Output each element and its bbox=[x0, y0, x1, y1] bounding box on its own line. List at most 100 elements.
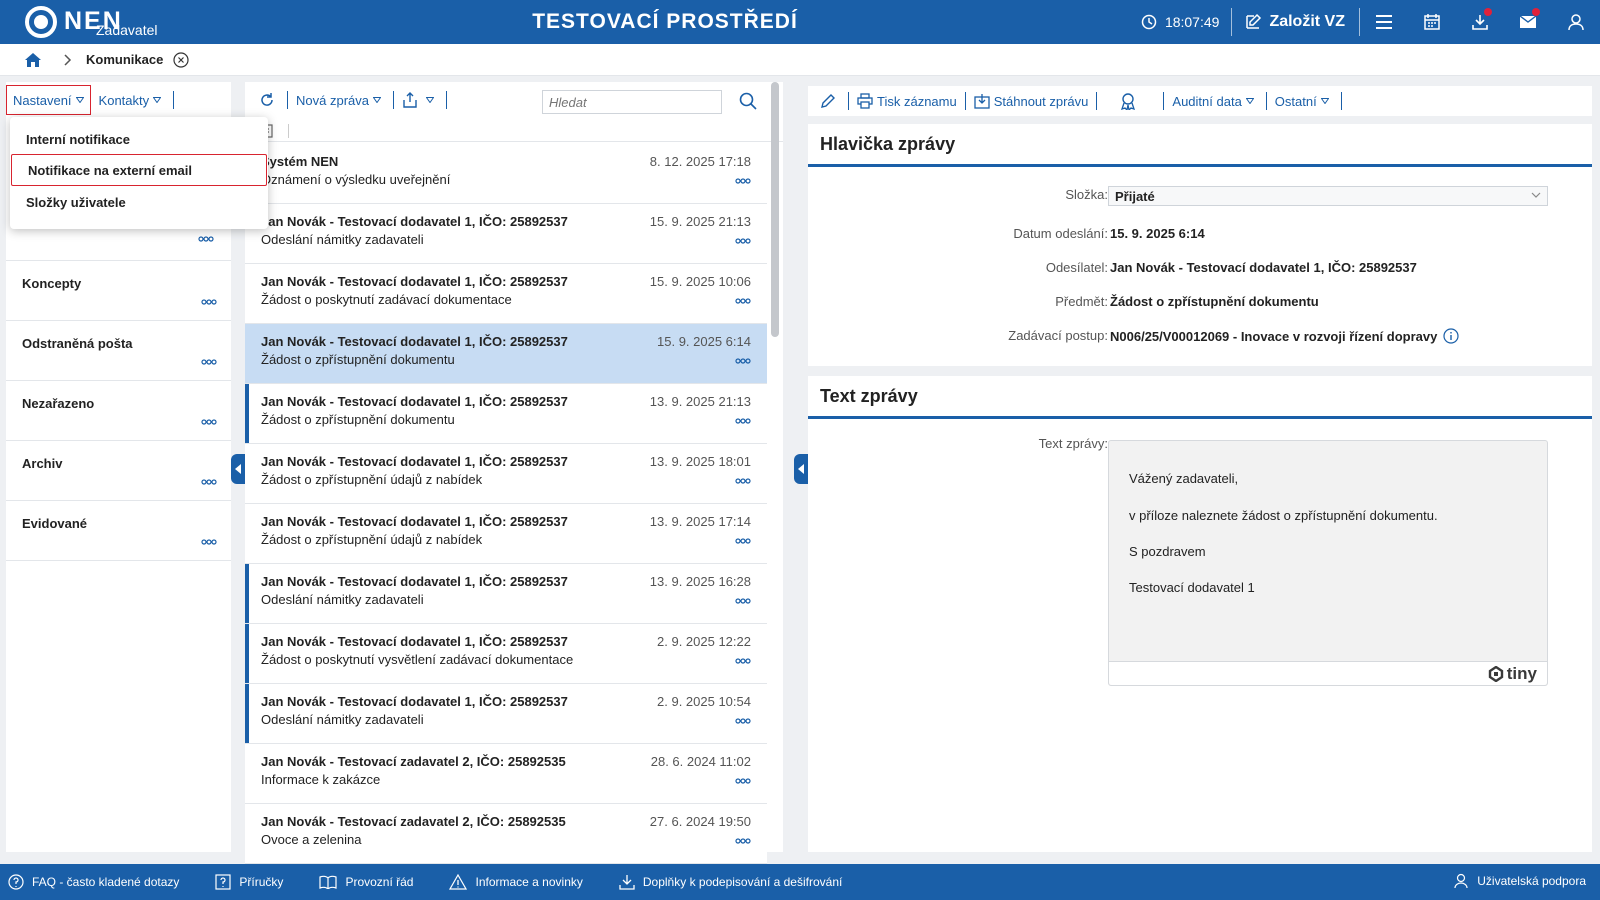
chevron-down-icon bbox=[75, 97, 84, 103]
footer-news-label: Informace a novinky bbox=[475, 875, 583, 889]
more-options-icon[interactable] bbox=[201, 479, 217, 485]
footer-manuals-link[interactable]: Příručky bbox=[215, 874, 283, 890]
chevron-right-icon bbox=[64, 53, 72, 66]
message-row[interactable]: Jan Novák - Testovací dodavatel 1, IČO: … bbox=[245, 264, 767, 324]
certificate-button[interactable] bbox=[1099, 92, 1161, 110]
messages-button[interactable] bbox=[1504, 0, 1552, 44]
folder-list: Koncepty Odstraněná pošta Nezařazeno Arc… bbox=[6, 261, 231, 561]
message-date: 28. 6. 2024 11:02 bbox=[650, 754, 751, 769]
more-options-icon[interactable] bbox=[201, 539, 217, 545]
menu-item-internal-notifications[interactable]: Interní notifikace bbox=[10, 123, 268, 155]
message-row[interactable]: Jan Novák - Testovací dodavatel 1, IČO: … bbox=[245, 564, 767, 624]
collapse-folders-handle[interactable] bbox=[231, 454, 245, 484]
home-icon[interactable] bbox=[24, 52, 42, 68]
more-options-icon[interactable] bbox=[201, 359, 217, 365]
create-tender-button[interactable]: Založit VZ bbox=[1232, 13, 1359, 31]
export-button[interactable] bbox=[396, 92, 444, 108]
footer-faq-link[interactable]: FAQ - často kladené dotazy bbox=[8, 874, 179, 890]
message-subject: Informace k zakázce bbox=[261, 772, 381, 787]
more-options-icon[interactable] bbox=[735, 418, 751, 424]
folder-item[interactable]: Koncepty bbox=[6, 261, 231, 321]
footer-news-link[interactable]: Informace a novinky bbox=[449, 874, 583, 890]
more-options-icon[interactable] bbox=[735, 598, 751, 604]
menu-item-user-folders[interactable]: Složky uživatele bbox=[10, 186, 268, 218]
message-row[interactable]: Jan Novák - Testovací dodavatel 1, IČO: … bbox=[245, 324, 767, 384]
message-row[interactable]: Jan Novák - Testovací dodavatel 1, IČO: … bbox=[245, 444, 767, 504]
more-options-icon[interactable] bbox=[735, 778, 751, 784]
audit-data-dropdown[interactable]: Auditní data bbox=[1166, 94, 1263, 109]
message-detail-toolbar: Tisk záznamu Stáhnout zprávu Auditní dat… bbox=[808, 86, 1592, 116]
rich-text-editor[interactable]: Vážený zadavateli, v příloze naleznete ž… bbox=[1108, 440, 1548, 686]
section-title: Text zprávy bbox=[820, 386, 918, 406]
settings-dropdown-button[interactable]: Nastavení bbox=[6, 85, 91, 115]
footer-rules-link[interactable]: Provozní řád bbox=[319, 875, 413, 889]
message-row[interactable]: Jan Novák - Testovací zadavatel 2, IČO: … bbox=[245, 804, 767, 864]
folder-item[interactable]: Nezařazeno bbox=[6, 381, 231, 441]
tiny-logo-text: tiny bbox=[1506, 664, 1537, 683]
subject-value: Žádost o zpřístupnění dokumentu bbox=[1110, 294, 1319, 309]
download-message-button[interactable]: Stáhnout zprávu bbox=[968, 93, 1095, 109]
folder-item[interactable]: Archiv bbox=[6, 441, 231, 501]
more-options-icon[interactable] bbox=[735, 658, 751, 664]
message-subject: Žádost o zpřístupnění dokumentu bbox=[261, 412, 455, 427]
user-icon bbox=[1568, 14, 1584, 31]
mail-icon bbox=[1519, 15, 1537, 28]
message-row[interactable]: Jan Novák - Testovací dodavatel 1, IČO: … bbox=[245, 384, 767, 444]
search-input[interactable] bbox=[542, 90, 722, 114]
search-icon[interactable] bbox=[739, 92, 757, 110]
more-options-icon[interactable] bbox=[735, 178, 751, 184]
footer-support-link[interactable]: Uživatelská podpora bbox=[1453, 873, 1586, 889]
message-row[interactable]: Jan Novák - Testovací dodavatel 1, IČO: … bbox=[245, 624, 767, 684]
folder-item[interactable]: Odstraněná pošta bbox=[6, 321, 231, 381]
message-sender: Jan Novák - Testovací dodavatel 1, IČO: … bbox=[261, 274, 568, 289]
edit-button[interactable] bbox=[814, 93, 846, 109]
sent-date-value: 15. 9. 2025 6:14 bbox=[1110, 226, 1205, 241]
message-row[interactable]: Systém NEN Oznámení o výsledku uveřejnění… bbox=[245, 144, 767, 204]
collapse-list-handle[interactable] bbox=[794, 454, 808, 484]
message-row[interactable]: Jan Novák - Testovací zadavatel 2, IČO: … bbox=[245, 744, 767, 804]
refresh-icon bbox=[261, 93, 273, 106]
tiny-logo[interactable]: tiny bbox=[1488, 664, 1537, 684]
new-message-button[interactable]: Nová zpráva bbox=[290, 93, 391, 108]
more-options-icon[interactable] bbox=[198, 236, 214, 242]
footer-addons-link[interactable]: Doplňky k podepisování a dešifrování bbox=[619, 874, 842, 890]
award-icon bbox=[1121, 93, 1136, 110]
breadcrumb-current: Komunikace bbox=[86, 52, 164, 67]
message-date: 13. 9. 2025 17:14 bbox=[649, 514, 751, 529]
more-options-icon[interactable] bbox=[735, 298, 751, 304]
message-header-card: Hlavička zprávy Složka: Přijaté Datum od… bbox=[808, 124, 1592, 366]
folder-select[interactable]: Přijaté bbox=[1108, 186, 1548, 206]
more-options-icon[interactable] bbox=[735, 718, 751, 724]
other-dropdown[interactable]: Ostatní bbox=[1269, 94, 1339, 109]
procedure-value[interactable]: N006/25/V00012069 - Inovace v rozvoji ří… bbox=[1110, 329, 1437, 344]
more-options-icon[interactable] bbox=[735, 538, 751, 544]
message-line: S pozdravem bbox=[1129, 544, 1206, 559]
more-options-icon[interactable] bbox=[735, 238, 751, 244]
message-row[interactable]: Jan Novák - Testovací dodavatel 1, IČO: … bbox=[245, 204, 767, 264]
folder-item[interactable]: Evidované bbox=[6, 501, 231, 561]
environment-title: TESTOVACÍ PROSTŘEDÍ bbox=[532, 10, 798, 33]
more-options-icon[interactable] bbox=[735, 478, 751, 484]
message-date: 15. 9. 2025 10:06 bbox=[649, 274, 751, 289]
print-record-button[interactable]: Tisk záznamu bbox=[851, 93, 963, 109]
calendar-button[interactable] bbox=[1408, 0, 1456, 44]
close-icon[interactable] bbox=[173, 51, 189, 68]
info-icon[interactable] bbox=[1443, 328, 1459, 344]
clock-value: 18:07:49 bbox=[1164, 14, 1220, 30]
chevron-down-icon bbox=[425, 97, 434, 103]
more-options-icon[interactable] bbox=[201, 419, 217, 425]
more-options-icon[interactable] bbox=[735, 838, 751, 844]
pencil-icon bbox=[821, 94, 835, 108]
contacts-dropdown-button[interactable]: Kontakty bbox=[93, 93, 172, 108]
refresh-button[interactable] bbox=[253, 92, 285, 108]
more-options-icon[interactable] bbox=[735, 358, 751, 364]
message-row[interactable]: Jan Novák - Testovací dodavatel 1, IČO: … bbox=[245, 684, 767, 744]
downloads-button[interactable] bbox=[1456, 0, 1504, 44]
more-options-icon[interactable] bbox=[201, 299, 217, 305]
menu-item-external-email-notifications[interactable]: Notifikace na externí email bbox=[11, 154, 267, 186]
scrollbar-thumb[interactable] bbox=[771, 82, 779, 337]
menu-button[interactable] bbox=[1360, 0, 1408, 44]
section-underline bbox=[808, 164, 1592, 167]
message-row[interactable]: Jan Novák - Testovací dodavatel 1, IČO: … bbox=[245, 504, 767, 564]
user-profile-button[interactable] bbox=[1552, 0, 1600, 44]
